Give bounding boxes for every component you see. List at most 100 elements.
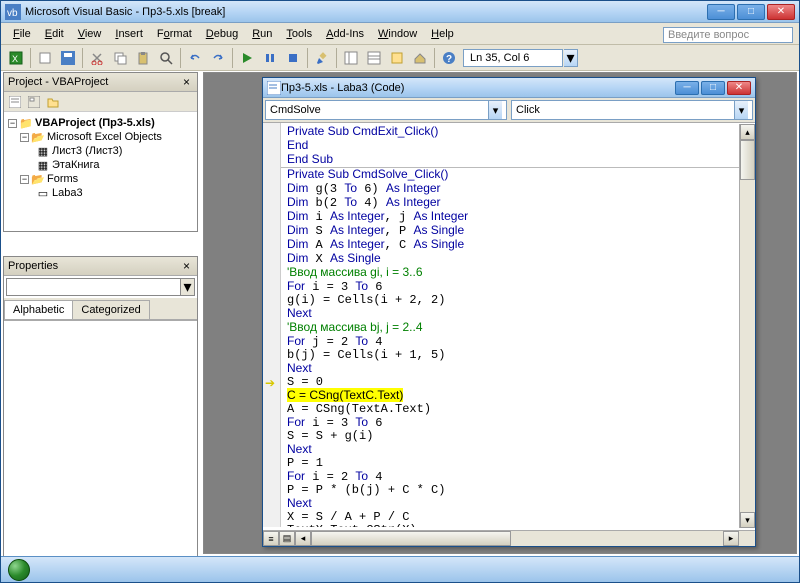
codewin-minimize-button[interactable]: ─ xyxy=(675,81,699,95)
tab-categorized[interactable]: Categorized xyxy=(72,300,149,319)
windows-taskbar[interactable] xyxy=(1,556,799,582)
project-panel-close-icon[interactable]: × xyxy=(180,75,193,89)
properties-window-button[interactable] xyxy=(363,47,385,69)
menu-window[interactable]: Window xyxy=(372,26,423,42)
menu-format[interactable]: Format xyxy=(151,26,198,42)
sheet-node[interactable]: Лист3 (Лист3) xyxy=(52,145,122,157)
project-panel-title[interactable]: Project - VBAProject × xyxy=(4,73,197,92)
forms-folder[interactable]: Forms xyxy=(47,173,78,185)
redo-button[interactable] xyxy=(207,47,229,69)
tab-alphabetic[interactable]: Alphabetic xyxy=(4,300,73,319)
help-button[interactable]: ? xyxy=(438,47,460,69)
toggle-folders-button[interactable] xyxy=(44,93,62,111)
start-button[interactable] xyxy=(1,557,37,583)
form-node[interactable]: Laba3 xyxy=(52,187,83,199)
properties-close-icon[interactable]: × xyxy=(180,259,193,273)
insert-button[interactable] xyxy=(34,47,56,69)
maximize-button[interactable]: □ xyxy=(737,4,765,20)
break-button[interactable] xyxy=(259,47,281,69)
excel-objects-folder[interactable]: Microsoft Excel Objects xyxy=(47,131,162,143)
code-editor[interactable]: ➔ Private Sub CmdExit_Click() End End Su… xyxy=(263,123,755,527)
menu-debug[interactable]: Debug xyxy=(200,26,244,42)
svg-text:X: X xyxy=(12,54,18,64)
properties-title-text: Properties xyxy=(8,260,58,272)
properties-grid[interactable] xyxy=(4,320,197,558)
codewin-maximize-button[interactable]: □ xyxy=(701,81,725,95)
menu-view[interactable]: View xyxy=(72,26,108,42)
object-browser-button[interactable] xyxy=(386,47,408,69)
properties-panel-title[interactable]: Properties × xyxy=(4,257,197,276)
menu-tools[interactable]: Tools xyxy=(280,26,318,42)
svg-text:vb: vb xyxy=(7,8,18,19)
project-icon: 📁 xyxy=(19,117,33,129)
menu-edit[interactable]: Edit xyxy=(39,26,70,42)
scroll-left-button[interactable]: ◂ xyxy=(295,531,311,546)
workbook-icon: ▦ xyxy=(36,159,50,171)
object-combo-value: CmdSolve xyxy=(270,104,321,116)
project-tree[interactable]: −📁VBAProject (Пр3-5.xls) −📂Microsoft Exc… xyxy=(4,112,197,230)
horizontal-scrollbar[interactable]: ≡ ▤ ◂ ▸ xyxy=(263,530,755,546)
menu-help[interactable]: Help xyxy=(425,26,460,42)
project-root-node[interactable]: VBAProject (Пр3-5.xls) xyxy=(35,117,155,129)
scroll-thumb[interactable] xyxy=(740,140,755,180)
codewin-title: Пр3-5.xls - Laba3 (Code) xyxy=(281,82,675,94)
menu-file[interactable]: File xyxy=(7,26,37,42)
vba-editor-window: vb Microsoft Visual Basic - Пр3-5.xls [b… xyxy=(0,0,800,583)
code-margin[interactable]: ➔ xyxy=(263,123,281,527)
procedure-combo-value: Click xyxy=(516,104,540,116)
chevron-down-icon: ▾ xyxy=(180,279,194,295)
undo-button[interactable] xyxy=(184,47,206,69)
view-code-button[interactable] xyxy=(6,93,24,111)
vb-icon: vb xyxy=(5,4,21,20)
menu-addins[interactable]: Add-Ins xyxy=(320,26,370,42)
reset-button[interactable] xyxy=(282,47,304,69)
code-text[interactable]: Private Sub CmdExit_Click() End End Sub … xyxy=(281,123,739,527)
view-excel-button[interactable]: X xyxy=(5,47,27,69)
project-toolbar xyxy=(4,92,197,112)
ask-question-input[interactable] xyxy=(663,27,793,43)
cut-button[interactable] xyxy=(86,47,108,69)
workbook-node[interactable]: ЭтаКнига xyxy=(52,159,99,171)
codewin-close-button[interactable]: ✕ xyxy=(727,81,751,95)
hscroll-thumb[interactable] xyxy=(311,531,511,546)
scroll-right-button[interactable]: ▸ xyxy=(723,531,739,546)
project-panel-title-text: Project - VBAProject xyxy=(8,76,108,88)
scroll-up-button[interactable]: ▴ xyxy=(740,124,755,140)
worksheet-icon: ▦ xyxy=(36,145,50,157)
form-icon: ▭ xyxy=(36,187,50,199)
project-explorer-button[interactable] xyxy=(340,47,362,69)
close-button[interactable]: ✕ xyxy=(767,4,795,20)
scroll-down-button[interactable]: ▾ xyxy=(740,512,755,528)
position-dropdown[interactable]: ▾ xyxy=(564,49,578,67)
properties-object-combo[interactable]: ▾ xyxy=(6,278,195,296)
full-module-view-button[interactable]: ▤ xyxy=(279,531,295,546)
copy-button[interactable] xyxy=(109,47,131,69)
vertical-scrollbar[interactable]: ▴ ▾ xyxy=(739,124,755,528)
folder-icon: 📂 xyxy=(31,173,45,185)
execution-pointer-icon: ➔ xyxy=(265,376,275,390)
folder-icon: 📂 xyxy=(31,131,45,143)
toolbox-button[interactable] xyxy=(409,47,431,69)
run-button[interactable] xyxy=(236,47,258,69)
view-object-button[interactable] xyxy=(25,93,43,111)
procedure-combo[interactable]: Click ▾ xyxy=(511,100,753,120)
mdi-client-area: Пр3-5.xls - Laba3 (Code) ─ □ ✕ CmdSolve▾… xyxy=(203,72,797,554)
project-explorer-panel: Project - VBAProject × −📁VBAProject (Пр3… xyxy=(3,72,198,232)
code-icon xyxy=(267,81,281,95)
svg-text:?: ? xyxy=(446,54,452,65)
menu-run[interactable]: Run xyxy=(246,26,278,42)
code-window: Пр3-5.xls - Laba3 (Code) ─ □ ✕ CmdSolve▾… xyxy=(262,77,756,547)
paste-button[interactable] xyxy=(132,47,154,69)
save-button[interactable] xyxy=(57,47,79,69)
titlebar[interactable]: vb Microsoft Visual Basic - Пр3-5.xls [b… xyxy=(1,1,799,23)
procedure-view-button[interactable]: ≡ xyxy=(263,531,279,546)
find-button[interactable] xyxy=(155,47,177,69)
menu-insert[interactable]: Insert xyxy=(109,26,149,42)
codewin-titlebar[interactable]: Пр3-5.xls - Laba3 (Code) ─ □ ✕ xyxy=(263,78,755,98)
design-mode-button[interactable] xyxy=(311,47,333,69)
object-combo[interactable]: CmdSolve▾ xyxy=(265,100,507,120)
properties-panel: Properties × ▾ Alphabetic Categorized xyxy=(3,256,198,556)
chevron-down-icon: ▾ xyxy=(734,101,748,119)
position-indicator: Ln 35, Col 6 xyxy=(463,49,563,67)
minimize-button[interactable]: ─ xyxy=(707,4,735,20)
